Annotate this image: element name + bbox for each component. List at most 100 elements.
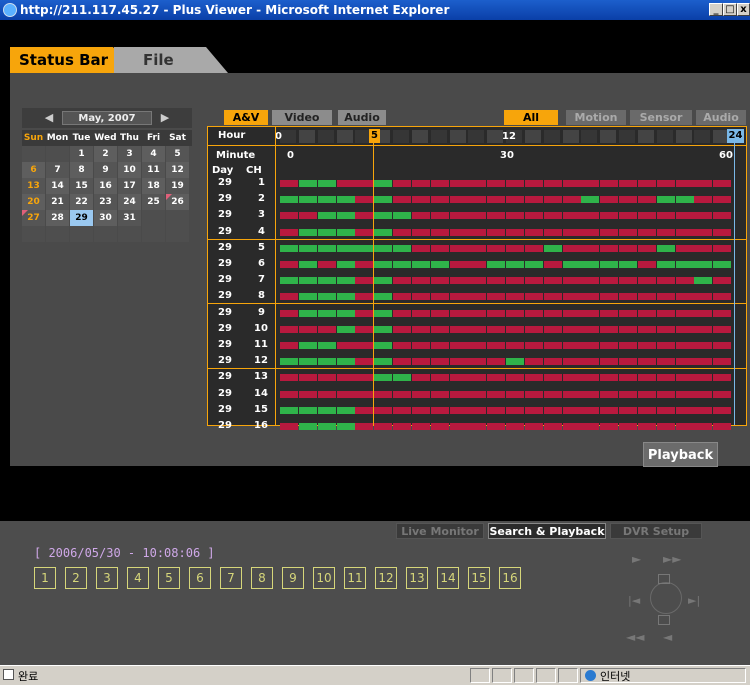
record-segment[interactable] — [487, 342, 505, 349]
hour-cell[interactable] — [468, 130, 484, 143]
record-segment[interactable] — [581, 358, 599, 365]
record-segment[interactable] — [318, 293, 336, 300]
record-segment[interactable] — [374, 277, 392, 284]
record-segment[interactable] — [638, 245, 656, 252]
calendar-day[interactable]: 21 — [46, 194, 69, 210]
record-segment[interactable] — [525, 293, 543, 300]
filter-all-events[interactable]: All — [504, 110, 558, 125]
record-segment[interactable] — [280, 342, 298, 349]
record-segment[interactable] — [619, 196, 637, 203]
record-segment[interactable] — [581, 310, 599, 317]
record-segment[interactable] — [600, 196, 618, 203]
row-channel[interactable]: 13 — [254, 371, 268, 383]
record-segment[interactable] — [544, 326, 562, 333]
hour-cell[interactable] — [544, 130, 560, 143]
record-segment[interactable] — [506, 423, 524, 430]
record-segment[interactable] — [619, 245, 637, 252]
record-segment[interactable] — [299, 326, 317, 333]
record-segment[interactable] — [525, 358, 543, 365]
record-segment[interactable] — [280, 196, 298, 203]
row-channel[interactable]: 8 — [258, 290, 265, 302]
record-segment[interactable] — [581, 391, 599, 398]
record-segment[interactable] — [468, 196, 486, 203]
record-segment[interactable] — [393, 245, 411, 252]
hour-cell[interactable] — [318, 130, 334, 143]
record-segment[interactable] — [431, 261, 449, 268]
row-channel[interactable]: 15 — [254, 404, 268, 416]
record-segment[interactable] — [506, 245, 524, 252]
channel-button-1[interactable]: 1 — [34, 567, 56, 589]
record-segment[interactable] — [713, 407, 731, 414]
record-segment[interactable] — [318, 326, 336, 333]
record-segment[interactable] — [563, 293, 581, 300]
record-segment[interactable] — [468, 358, 486, 365]
calendar-day[interactable]: 11 — [142, 162, 165, 178]
record-segment[interactable] — [600, 293, 618, 300]
record-segment[interactable] — [525, 245, 543, 252]
record-segment[interactable] — [412, 358, 430, 365]
record-segment[interactable] — [412, 180, 430, 187]
record-segment[interactable] — [393, 293, 411, 300]
record-segment[interactable] — [506, 374, 524, 381]
record-segment[interactable] — [619, 342, 637, 349]
rewind-icon[interactable]: ◄◄ — [626, 630, 644, 644]
record-segment[interactable] — [355, 180, 373, 187]
record-segment[interactable] — [563, 423, 581, 430]
calendar-day[interactable]: 4 — [142, 146, 165, 162]
record-segment[interactable] — [713, 245, 731, 252]
hour-cell[interactable] — [563, 130, 579, 143]
tab-search-playback[interactable]: Search & Playback — [488, 523, 606, 539]
record-segment[interactable] — [638, 196, 656, 203]
record-segment[interactable] — [393, 261, 411, 268]
calendar-day[interactable]: 3 — [118, 146, 141, 162]
record-segment[interactable] — [544, 261, 562, 268]
record-segment[interactable] — [374, 423, 392, 430]
record-segment[interactable] — [563, 391, 581, 398]
record-segment[interactable] — [657, 261, 675, 268]
record-segment[interactable] — [280, 212, 298, 219]
channel-button-4[interactable]: 4 — [127, 567, 149, 589]
record-segment[interactable] — [280, 374, 298, 381]
record-segment[interactable] — [337, 407, 355, 414]
record-segment[interactable] — [506, 326, 524, 333]
record-segment[interactable] — [374, 391, 392, 398]
record-segment[interactable] — [355, 261, 373, 268]
record-segment[interactable] — [431, 277, 449, 284]
record-segment[interactable] — [337, 196, 355, 203]
record-segment[interactable] — [638, 326, 656, 333]
record-segment[interactable] — [600, 407, 618, 414]
record-segment[interactable] — [299, 277, 317, 284]
record-segment[interactable] — [393, 180, 411, 187]
record-segment[interactable] — [676, 261, 694, 268]
row-channel[interactable]: 3 — [258, 209, 265, 221]
record-segment[interactable] — [544, 277, 562, 284]
record-segment[interactable] — [393, 326, 411, 333]
record-segment[interactable] — [638, 374, 656, 381]
record-segment[interactable] — [337, 180, 355, 187]
record-segment[interactable] — [544, 391, 562, 398]
hour-cell[interactable] — [619, 130, 635, 143]
record-segment[interactable] — [487, 180, 505, 187]
record-segment[interactable] — [299, 407, 317, 414]
reverse-play-icon[interactable]: ◄ — [663, 630, 672, 644]
record-segment[interactable] — [374, 293, 392, 300]
record-segment[interactable] — [487, 277, 505, 284]
calendar-day[interactable]: 5 — [166, 146, 189, 162]
record-segment[interactable] — [337, 391, 355, 398]
channel-button-8[interactable]: 8 — [251, 567, 273, 589]
calendar-day[interactable]: 24 — [118, 194, 141, 210]
record-segment[interactable] — [337, 310, 355, 317]
record-segment[interactable] — [412, 212, 430, 219]
calendar-day[interactable]: 18 — [142, 178, 165, 194]
record-segment[interactable] — [450, 391, 468, 398]
record-segment[interactable] — [563, 212, 581, 219]
record-segment[interactable] — [299, 180, 317, 187]
record-segment[interactable] — [713, 342, 731, 349]
record-segment[interactable] — [676, 374, 694, 381]
record-segment[interactable] — [318, 310, 336, 317]
record-segment[interactable] — [581, 180, 599, 187]
calendar-day[interactable]: 10 — [118, 162, 141, 178]
record-segment[interactable] — [355, 293, 373, 300]
record-segment[interactable] — [318, 374, 336, 381]
calendar-day[interactable]: 16 — [94, 178, 117, 194]
